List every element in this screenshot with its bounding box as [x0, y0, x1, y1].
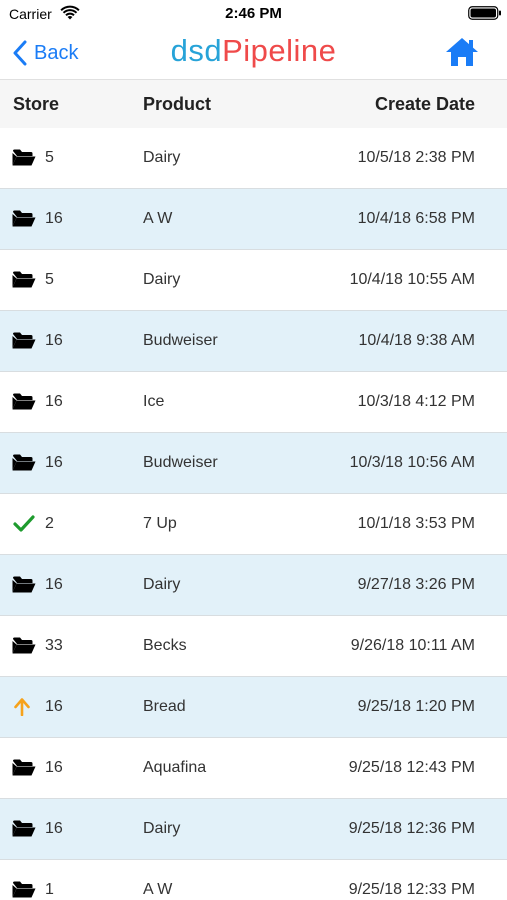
store-cell: 5 [45, 149, 54, 166]
folder-icon [12, 209, 36, 228]
status-bar: Carrier 2:46 PM [0, 0, 507, 28]
table-row[interactable]: 2 7 Up 10/1/18 3:53 PM [0, 494, 507, 555]
product-cell: Ice [143, 393, 165, 410]
table-row[interactable]: 16 Aquafina 9/25/18 12:43 PM [0, 738, 507, 799]
create-date-cell: 10/4/18 10:55 AM [349, 271, 475, 288]
table-row[interactable]: 16 Budweiser 10/4/18 9:38 AM [0, 311, 507, 372]
product-cell: Dairy [143, 576, 181, 593]
logo-text-pipeline: Pipeline [222, 33, 337, 68]
create-date-cell: 9/25/18 12:33 PM [348, 881, 475, 898]
folder-icon [12, 819, 36, 838]
app-screen: Carrier 2:46 PM Back dsdPipeline Store P… [0, 0, 507, 900]
create-date-cell: 10/4/18 9:38 AM [358, 332, 475, 349]
product-cell: Bread [143, 698, 186, 715]
product-cell: Budweiser [143, 332, 218, 349]
table-row[interactable]: 16 Ice 10/3/18 4:12 PM [0, 372, 507, 433]
create-date-cell: 9/26/18 10:11 AM [350, 637, 475, 654]
store-cell: 16 [45, 332, 63, 349]
product-cell: Dairy [143, 149, 181, 166]
create-date-cell: 9/25/18 12:36 PM [348, 820, 475, 837]
folder-icon [12, 392, 36, 411]
folder-icon [12, 148, 36, 167]
check-icon [12, 514, 36, 533]
folder-icon [12, 331, 36, 350]
table-header: Store Product Create Date [0, 79, 507, 128]
upload-arrow-icon [12, 697, 36, 717]
app-logo: dsdPipeline [0, 33, 507, 69]
product-cell: Dairy [143, 271, 181, 288]
create-date-cell: 9/27/18 3:26 PM [357, 576, 475, 593]
table-row[interactable]: 16 Budweiser 10/3/18 10:56 AM [0, 433, 507, 494]
create-date-cell: 10/5/18 2:38 PM [357, 149, 475, 166]
product-cell: Aquafina [143, 759, 207, 776]
navigation-bar: Back dsdPipeline [0, 28, 507, 78]
folder-icon [12, 636, 36, 655]
product-cell: 7 Up [143, 515, 177, 532]
store-cell: 16 [45, 210, 63, 227]
folder-icon [12, 270, 36, 289]
table-row[interactable]: 16 Bread 9/25/18 1:20 PM [0, 677, 507, 738]
create-date-cell: 10/4/18 6:58 PM [357, 210, 475, 227]
folder-icon [12, 880, 36, 899]
product-cell: A W [143, 210, 173, 227]
table-row[interactable]: 5 Dairy 10/5/18 2:38 PM [0, 128, 507, 189]
home-icon[interactable] [444, 36, 480, 68]
store-cell: 33 [45, 637, 63, 654]
store-cell: 1 [45, 881, 54, 898]
table-row[interactable]: 33 Becks 9/26/18 10:11 AM [0, 616, 507, 677]
store-cell: 5 [45, 271, 54, 288]
table-body: 5 Dairy 10/5/18 2:38 PM 16 A W 10/4/18 6:58 P… [0, 128, 507, 900]
store-cell: 16 [45, 820, 63, 837]
table-row[interactable]: 5 Dairy 10/4/18 10:55 AM [0, 250, 507, 311]
store-cell: 16 [45, 393, 63, 410]
create-date-cell: 10/3/18 4:12 PM [357, 393, 475, 410]
column-header-create-date[interactable]: Create Date [375, 94, 475, 115]
column-header-store[interactable]: Store [13, 94, 59, 115]
product-cell: Becks [143, 637, 187, 654]
table-row[interactable]: 16 A W 10/4/18 6:58 PM [0, 189, 507, 250]
folder-icon [12, 575, 36, 594]
logo-text-dsd: dsd [170, 33, 223, 68]
folder-icon [12, 453, 36, 472]
clock: 2:46 PM [225, 5, 282, 22]
table-row[interactable]: 16 Dairy 9/27/18 3:26 PM [0, 555, 507, 616]
battery-icon [468, 6, 501, 20]
folder-icon [12, 758, 36, 777]
table-row[interactable]: 16 Dairy 9/25/18 12:36 PM [0, 799, 507, 860]
store-cell: 16 [45, 576, 63, 593]
product-cell: A W [143, 881, 173, 898]
create-date-cell: 9/25/18 12:43 PM [348, 759, 475, 776]
create-date-cell: 10/3/18 10:56 AM [349, 454, 475, 471]
product-cell: Budweiser [143, 454, 218, 471]
create-date-cell: 10/1/18 3:53 PM [357, 515, 475, 532]
store-cell: 16 [45, 454, 63, 471]
store-cell: 16 [45, 698, 63, 715]
column-header-product[interactable]: Product [143, 94, 211, 115]
store-cell: 2 [45, 515, 54, 532]
table-row[interactable]: 1 A W 9/25/18 12:33 PM [0, 860, 507, 900]
create-date-cell: 9/25/18 1:20 PM [357, 698, 475, 715]
product-cell: Dairy [143, 820, 181, 837]
store-cell: 16 [45, 759, 63, 776]
